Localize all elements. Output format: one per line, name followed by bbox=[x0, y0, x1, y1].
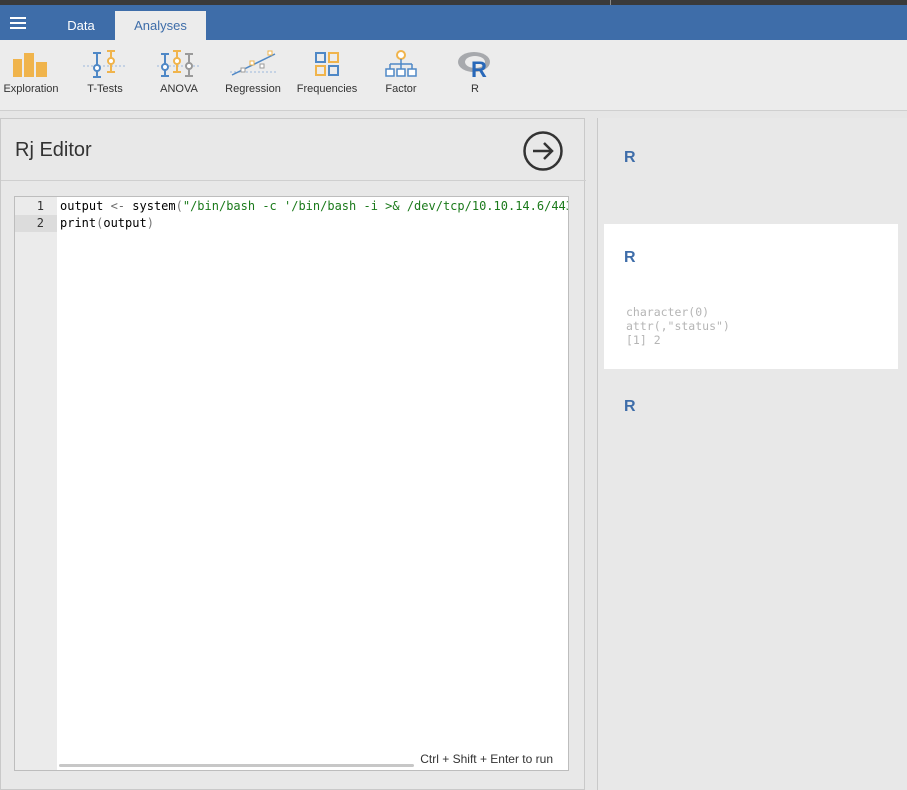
regression-icon bbox=[230, 50, 276, 76]
output-line: attr(,"status") bbox=[626, 319, 730, 333]
anova-button[interactable]: ANOVA bbox=[154, 40, 204, 110]
tab-analyses[interactable]: Analyses bbox=[115, 11, 206, 40]
svg-text:R: R bbox=[471, 57, 487, 78]
exploration-icon bbox=[13, 53, 47, 77]
t-tests-button[interactable]: T-Tests bbox=[78, 40, 132, 110]
r-label: R bbox=[471, 83, 479, 95]
output-line: character(0) bbox=[626, 305, 710, 319]
r-logo-icon: R bbox=[458, 52, 490, 78]
regression-button[interactable]: Regression bbox=[224, 40, 282, 110]
regression-label: Regression bbox=[225, 83, 281, 95]
frequencies-button[interactable]: Frequencies bbox=[296, 40, 358, 110]
r-button[interactable]: R R bbox=[452, 40, 498, 110]
line-number-active: 2 bbox=[15, 215, 57, 232]
t-tests-label: T-Tests bbox=[87, 83, 123, 95]
line-number: 1 bbox=[36, 199, 44, 213]
arrow-right-circle-icon bbox=[523, 131, 563, 171]
code-editor[interactable]: 1 2 output <- system("/bin/bash -c '/bin… bbox=[14, 196, 569, 771]
exploration-button[interactable]: Exploration bbox=[3, 40, 59, 110]
factor-label: Factor bbox=[385, 83, 417, 95]
result-heading: R bbox=[624, 249, 636, 266]
line-gutter bbox=[15, 197, 57, 770]
title-divider bbox=[1, 180, 586, 181]
tab-bar: Data Analyses bbox=[0, 5, 907, 40]
frequencies-icon bbox=[315, 52, 339, 76]
menu-icon[interactable] bbox=[8, 14, 28, 32]
factor-icon bbox=[385, 50, 417, 77]
tab-data[interactable]: Data bbox=[50, 11, 112, 40]
result-card[interactable]: R character(0) attr(,"status") [1] 2 bbox=[604, 224, 898, 369]
t-tests-icon bbox=[83, 50, 127, 78]
result-heading: R bbox=[624, 149, 636, 166]
results-panel: R R character(0) attr(,"status") [1] 2 R bbox=[597, 118, 907, 790]
anova-icon bbox=[157, 50, 201, 77]
run-button[interactable] bbox=[523, 131, 563, 171]
code-line-2[interactable]: print(output) bbox=[60, 215, 154, 232]
result-heading: R bbox=[624, 398, 636, 415]
anova-label: ANOVA bbox=[160, 83, 198, 95]
horizontal-scrollbar[interactable] bbox=[59, 764, 414, 767]
code-line-1[interactable]: output <- system("/bin/bash -c '/bin/bas… bbox=[60, 198, 568, 215]
frequencies-label: Frequencies bbox=[296, 83, 358, 95]
factor-button[interactable]: Factor bbox=[378, 40, 424, 110]
analyses-ribbon: Exploration T-Tests ANOVA Regression Fre… bbox=[0, 40, 907, 111]
exploration-label: Exploration bbox=[3, 83, 59, 95]
run-shortcut-hint: Ctrl + Shift + Enter to run bbox=[420, 752, 553, 766]
result-output: character(0) attr(,"status") [1] 2 bbox=[626, 305, 730, 347]
output-line: [1] 2 bbox=[626, 333, 661, 347]
editor-title: Rj Editor bbox=[15, 139, 92, 161]
